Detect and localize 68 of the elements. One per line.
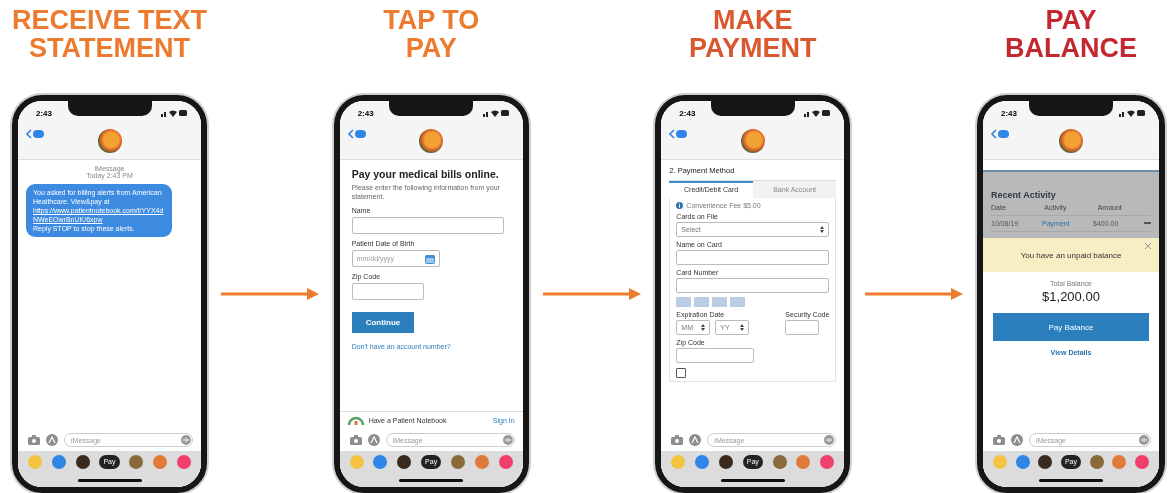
step-title: TAP TO PAY [382, 4, 481, 65]
app-icon[interactable] [718, 455, 733, 469]
name-field[interactable] [676, 250, 830, 265]
app-icon[interactable] [75, 455, 90, 469]
card-logo-icon [730, 297, 746, 307]
info-icon [676, 202, 684, 209]
back-icon[interactable] [991, 129, 1009, 139]
step-title: RECEIVE TEXT STATEMENT [10, 4, 208, 65]
status-time: 2:43 [1001, 108, 1017, 118]
home-indicator [399, 478, 464, 482]
camera-icon[interactable] [993, 435, 1005, 445]
continue-button[interactable]: Continue [351, 312, 415, 333]
card-logo-icon [676, 297, 692, 307]
audio-icon[interactable] [181, 435, 191, 445]
app-store-icon[interactable] [1011, 434, 1023, 446]
app-store-icon[interactable] [689, 434, 702, 446]
arrow-icon [864, 288, 963, 300]
back-icon[interactable] [347, 129, 366, 139]
card-number-field[interactable] [676, 278, 830, 293]
save-checkbox[interactable] [676, 368, 687, 378]
rainbow-icon [347, 416, 364, 425]
home-indicator [77, 478, 142, 482]
arrow-icon [543, 288, 641, 300]
activity-heading: Recent Activity [991, 190, 1057, 200]
text-field[interactable] [351, 283, 424, 300]
caret-icon [740, 324, 745, 331]
app-store-icon[interactable] [367, 434, 380, 446]
status-time: 2:43 [679, 108, 696, 118]
back-icon[interactable] [26, 129, 44, 139]
form-heading: Pay your medical bills online. [351, 168, 500, 180]
avatar-icon [419, 129, 444, 153]
audio-icon[interactable] [502, 435, 513, 445]
security-code-field[interactable] [785, 320, 820, 335]
status-time: 2:43 [36, 108, 52, 118]
more-icon[interactable] [1144, 222, 1151, 225]
audio-icon[interactable] [824, 435, 835, 445]
banner-text: You have an unpaid balance [1020, 250, 1122, 260]
avatar-icon [740, 129, 765, 153]
pay-balance-button[interactable]: Pay Balance [993, 313, 1149, 341]
caret-icon [820, 226, 825, 233]
card-logo-icon [694, 297, 710, 307]
camera-icon[interactable] [28, 435, 40, 445]
home-indicator [720, 478, 785, 482]
caret-icon [701, 324, 706, 331]
status-time: 2:43 [357, 108, 374, 118]
avatar-icon [1059, 129, 1083, 153]
text-field[interactable] [351, 217, 504, 234]
back-icon[interactable] [669, 129, 688, 139]
step-title: PAY BALANCE [1004, 4, 1138, 65]
app-icon[interactable] [397, 455, 412, 469]
home-indicator [1039, 478, 1103, 482]
card-logo-icon [712, 297, 728, 307]
total-amount: $1,200.00 [1042, 289, 1100, 304]
camera-icon[interactable] [671, 435, 684, 445]
zip-field[interactable] [676, 348, 755, 363]
status-icons [482, 109, 509, 117]
close-icon[interactable] [1145, 243, 1151, 249]
app-store-icon[interactable] [46, 434, 58, 446]
audio-icon[interactable] [1139, 435, 1149, 445]
status-icons [1119, 109, 1145, 117]
status-icons [161, 109, 187, 117]
arrow-icon [221, 288, 320, 300]
camera-icon[interactable] [349, 435, 362, 445]
calendar-icon [424, 253, 435, 264]
step-title: MAKE PAYMENT [688, 4, 818, 65]
status-icons [804, 109, 831, 117]
avatar-icon [97, 129, 122, 153]
app-icon[interactable] [1038, 455, 1053, 469]
